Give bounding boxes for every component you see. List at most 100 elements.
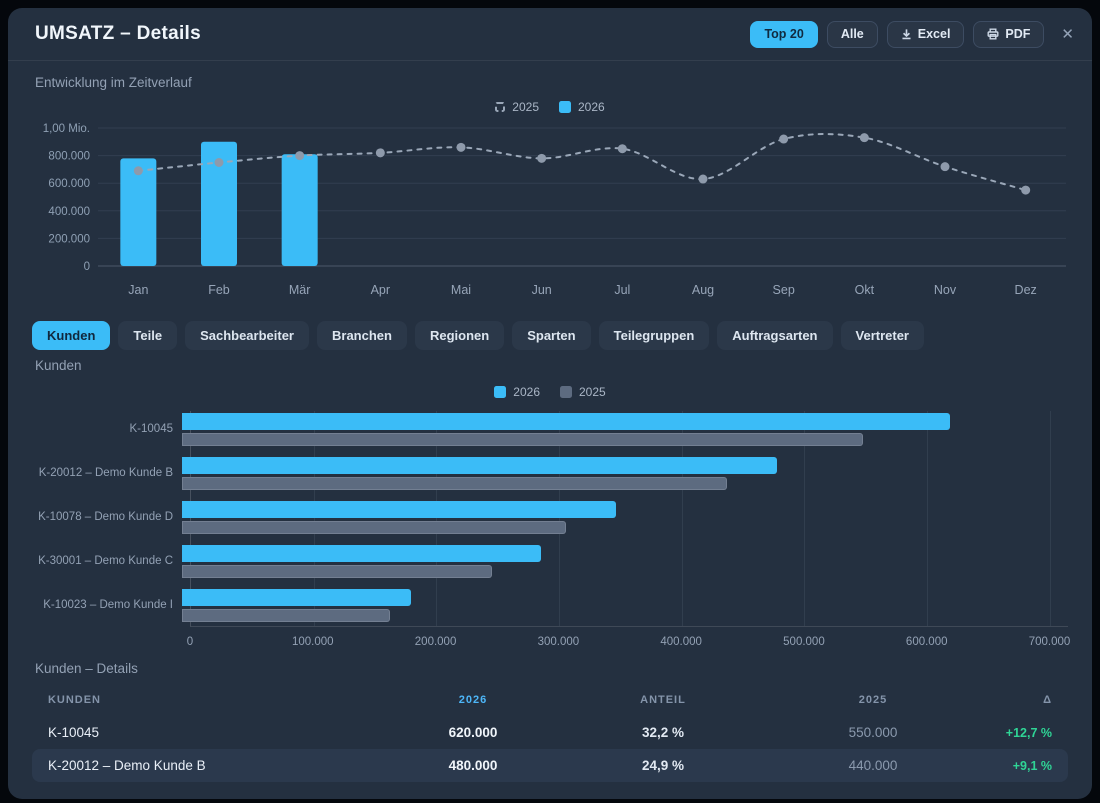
entity-tabs: Kunden Teile Sachbearbeiter Branchen Regione… bbox=[32, 321, 1068, 350]
svg-text:Jul: Jul bbox=[614, 283, 630, 297]
line-point-2025 bbox=[941, 162, 950, 171]
alle-filter-button[interactable]: Alle bbox=[827, 21, 878, 48]
top20-filter-button[interactable]: Top 20 bbox=[750, 21, 817, 48]
svg-text:Apr: Apr bbox=[371, 283, 390, 297]
kunden-details-section-title: Kunden – Details bbox=[35, 661, 1068, 676]
svg-text:800.000: 800.000 bbox=[48, 151, 90, 163]
x-axis-tick: 200.000 bbox=[415, 636, 457, 648]
bar-group-row: K-10078 – Demo Kunde D bbox=[32, 495, 1068, 539]
bar-2026 bbox=[182, 545, 541, 562]
cell-y2025: 550.000 bbox=[768, 725, 978, 740]
x-axis-tick: 300.000 bbox=[538, 636, 580, 648]
cell-y2026: 480.000 bbox=[388, 758, 558, 773]
x-axis: 0 100.000 200.000 300.000 400.000 500.000 600.… bbox=[190, 627, 1068, 653]
cell-y2025: 440.000 bbox=[768, 758, 978, 773]
pdf-export-button[interactable]: PDF bbox=[973, 21, 1044, 48]
line-point-2025 bbox=[215, 158, 224, 167]
line-point-2025 bbox=[537, 154, 546, 163]
legend-label: 2025 bbox=[579, 385, 606, 399]
column-header-anteil: ANTEIL bbox=[558, 694, 768, 706]
svg-text:Dez: Dez bbox=[1015, 283, 1037, 297]
modal-header: UMSATZ – Details Top 20 Alle Excel PDF bbox=[8, 8, 1092, 61]
kunden-bar-chart: K-10045K-20012 – Demo Kunde BK-10078 – D… bbox=[32, 407, 1068, 653]
line-point-2025 bbox=[134, 166, 143, 175]
table-row[interactable]: K-20012 – Demo Kunde B480.00024,9 %440.0… bbox=[32, 749, 1068, 782]
legend-label: 2026 bbox=[513, 385, 540, 399]
column-header-kunden: KUNDEN bbox=[48, 694, 388, 706]
x-axis-tick: 100.000 bbox=[292, 636, 334, 648]
line-point-2025 bbox=[376, 148, 385, 157]
bar-2026 bbox=[182, 589, 411, 606]
tab-sachbearbeiter[interactable]: Sachbearbeiter bbox=[185, 321, 309, 350]
table-header-row: KUNDEN2026ANTEIL2025Δ bbox=[32, 684, 1068, 716]
legend-label: 2026 bbox=[578, 100, 605, 114]
bar-track bbox=[182, 545, 1068, 578]
svg-text:Okt: Okt bbox=[855, 283, 875, 297]
printer-icon bbox=[987, 28, 999, 40]
cell-delta: +9,1 % bbox=[978, 759, 1052, 773]
close-icon[interactable]: ✕ bbox=[1061, 25, 1074, 43]
legend-item: 2026 bbox=[559, 100, 605, 114]
tab-teile[interactable]: Teile bbox=[118, 321, 177, 350]
bar-2025 bbox=[182, 565, 492, 578]
bar-group-row: K-30001 – Demo Kunde C bbox=[32, 539, 1068, 583]
tab-kunden[interactable]: Kunden bbox=[32, 321, 110, 350]
kunden-details-table: KUNDEN2026ANTEIL2025ΔK-10045620.00032,2 … bbox=[32, 684, 1068, 782]
x-axis-tick: 600.000 bbox=[906, 636, 948, 648]
bar-2025 bbox=[182, 609, 390, 622]
bar-group-row: K-20012 – Demo Kunde B bbox=[32, 451, 1068, 495]
bar-2026 bbox=[282, 154, 318, 266]
timeline-chart: 0200.000400.000600.000800.0001,00 Mio.Ja… bbox=[32, 116, 1068, 308]
bar-2025 bbox=[182, 521, 566, 534]
kunden-section-title: Kunden bbox=[35, 358, 1068, 373]
line-point-2025 bbox=[618, 144, 627, 153]
pdf-button-label: PDF bbox=[1005, 27, 1030, 41]
bar-2026 bbox=[182, 413, 950, 430]
bar-track bbox=[182, 501, 1068, 534]
svg-text:600.000: 600.000 bbox=[48, 178, 90, 190]
svg-text:1,00 Mio.: 1,00 Mio. bbox=[43, 123, 90, 135]
bar-group-row: K-10023 – Demo Kunde I bbox=[32, 583, 1068, 627]
x-axis-tick: 400.000 bbox=[660, 636, 702, 648]
cell-kunden: K-10045 bbox=[48, 725, 388, 740]
tab-auftragsarten[interactable]: Auftragsarten bbox=[717, 321, 832, 350]
umsatz-details-modal: UMSATZ – Details Top 20 Alle Excel PDF bbox=[8, 8, 1092, 799]
svg-text:Nov: Nov bbox=[934, 283, 957, 297]
bar-track bbox=[182, 457, 1068, 490]
tab-regionen[interactable]: Regionen bbox=[415, 321, 504, 350]
solid-swatch-icon bbox=[560, 386, 572, 398]
svg-text:Feb: Feb bbox=[208, 283, 230, 297]
svg-text:0: 0 bbox=[84, 261, 90, 273]
legend-label: 2025 bbox=[512, 100, 539, 114]
svg-text:Aug: Aug bbox=[692, 283, 714, 297]
column-header-y2026: 2026 bbox=[388, 694, 558, 706]
line-point-2025 bbox=[860, 133, 869, 142]
bar-2025 bbox=[182, 433, 863, 446]
excel-export-button[interactable]: Excel bbox=[887, 21, 965, 48]
tab-vertreter[interactable]: Vertreter bbox=[841, 321, 924, 350]
x-axis-tick: 500.000 bbox=[783, 636, 825, 648]
dashed-swatch-icon bbox=[495, 102, 505, 112]
tab-sparten[interactable]: Sparten bbox=[512, 321, 590, 350]
page-title: UMSATZ – Details bbox=[35, 23, 201, 45]
cell-anteil: 32,2 % bbox=[558, 725, 768, 740]
cell-delta: +12,7 % bbox=[978, 726, 1052, 740]
table-row[interactable]: K-10045620.00032,2 %550.000+12,7 % bbox=[32, 716, 1068, 749]
svg-text:400.000: 400.000 bbox=[48, 206, 90, 218]
tab-branchen[interactable]: Branchen bbox=[317, 321, 407, 350]
legend-item: 2025 bbox=[560, 385, 606, 399]
modal-content: Entwicklung im Zeitverlauf 20252026 0200… bbox=[8, 61, 1092, 782]
svg-text:Mai: Mai bbox=[451, 283, 471, 297]
download-icon bbox=[901, 28, 912, 40]
bar-2026 bbox=[182, 457, 777, 474]
header-actions: Top 20 Alle Excel PDF ✕ bbox=[750, 21, 1074, 48]
cell-y2026: 620.000 bbox=[388, 725, 558, 740]
svg-text:Jun: Jun bbox=[532, 283, 552, 297]
legend-item: 2025 bbox=[495, 100, 539, 114]
column-header-delta: Δ bbox=[978, 694, 1052, 706]
line-point-2025 bbox=[699, 175, 708, 184]
category-label: K-20012 – Demo Kunde B bbox=[32, 467, 182, 479]
tab-teilegruppen[interactable]: Teilegruppen bbox=[599, 321, 710, 350]
x-axis-tick: 0 bbox=[187, 636, 193, 648]
legend-item: 2026 bbox=[494, 385, 540, 399]
